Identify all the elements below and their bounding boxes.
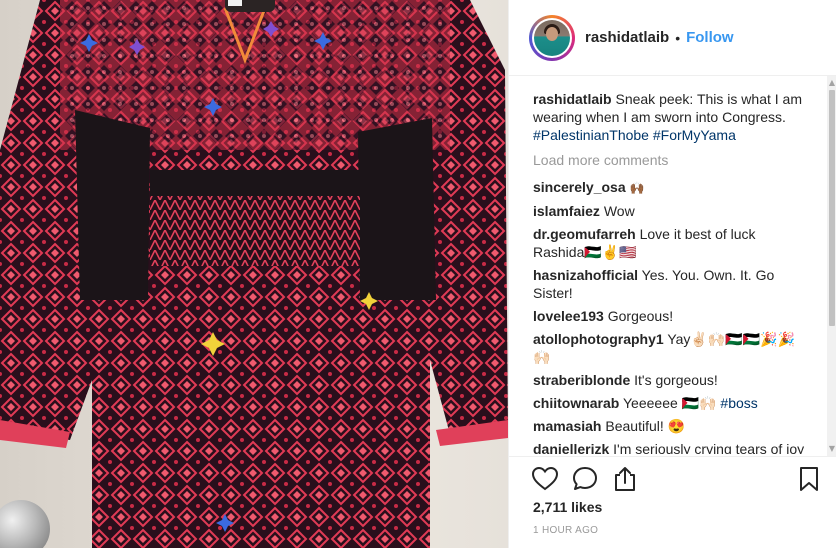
comments-section: rashidatlaib Sneak peek: This is what I … [533,90,809,454]
clothing-tag [228,0,242,6]
comment-username[interactable]: daniellerizk [533,441,609,454]
username-link[interactable]: rashidatlaib [585,29,669,46]
scroll-thumb[interactable] [829,90,835,326]
comment-item: dr.geomufarreh Love it best of luck Rash… [533,225,809,261]
story-ring[interactable] [529,14,575,61]
comment-username[interactable]: chiitownarab [533,395,619,411]
comment-text: Gorgeous! [607,308,674,324]
caption-username[interactable]: rashidatlaib [533,91,612,107]
comment-username[interactable]: mamasiah [533,418,601,434]
comment-username[interactable]: atollophotography1 [533,331,664,347]
bookmark-icon[interactable] [795,465,823,493]
comment-username[interactable]: sincerely_osa [533,179,626,195]
post-photo[interactable] [0,0,508,548]
avatar[interactable] [534,19,570,56]
comment-item: lovelee193 Gorgeous! [533,307,809,325]
embroidered-thobe-image [0,0,508,548]
likes-count[interactable]: 2,711 likes [533,499,602,515]
comment-text: 🙌🏾 [629,181,645,195]
heart-icon[interactable] [531,465,559,493]
separator-dot: • [675,29,681,46]
comment-text: Beautiful! 😍 [605,418,686,434]
comment-item: atollophotography1 Yay✌🏻🙌🏻🇵🇸🇵🇸🎉🎉🙌🏻 [533,330,809,366]
scroll-up-arrow-icon[interactable]: ▲ [828,78,836,88]
follow-button[interactable]: Follow [686,29,734,46]
hashtag-link[interactable]: #PalestinianThobe [533,127,649,143]
comments-scrollbar[interactable]: ▲ ▼ [827,76,836,456]
comment-username[interactable]: dr.geomufarreh [533,226,636,242]
comment-username[interactable]: straberiblonde [533,372,630,388]
comment-item: straberiblonde It's gorgeous! [533,371,809,389]
comment-icon[interactable] [571,465,599,493]
hashtag-link[interactable]: #ForMyYama [653,127,736,143]
comment-item: chiitownarab Yeeeeee 🇵🇸🙌🏻 #boss [533,394,809,412]
comment-username[interactable]: lovelee193 [533,308,604,324]
post-timestamp[interactable]: 1 HOUR AGO [533,525,598,536]
comment-username[interactable]: islamfaiez [533,203,600,219]
comment-text: It's gorgeous! [634,372,718,388]
comment-username[interactable]: hasnizahofficial [533,267,638,283]
load-more-comments-button[interactable]: Load more comments [533,151,809,169]
comment-item: sincerely_osa 🙌🏾 [533,178,809,197]
share-icon[interactable] [611,465,639,493]
comment-item: daniellerizk I'm seriously crying tears … [533,440,809,454]
comment-text: Wow [603,203,635,219]
post-side-panel: rashidatlaib • Follow rashidatlaib Sneak… [508,0,836,548]
comment-item: islamfaiez Wow [533,202,809,220]
post-actions: 2,711 likes 1 HOUR AGO [509,456,836,548]
post-caption: rashidatlaib Sneak peek: This is what I … [533,90,809,144]
comment-item: mamasiah Beautiful! 😍 [533,417,809,435]
scroll-down-arrow-icon[interactable]: ▼ [828,444,836,454]
comment-text: Yeeeeee 🇵🇸🙌🏻 [623,395,717,411]
hashtag-link[interactable]: #boss [720,395,757,411]
post-header: rashidatlaib • Follow [509,0,836,76]
comment-item: hasnizahofficial Yes. You. Own. It. Go S… [533,266,809,302]
